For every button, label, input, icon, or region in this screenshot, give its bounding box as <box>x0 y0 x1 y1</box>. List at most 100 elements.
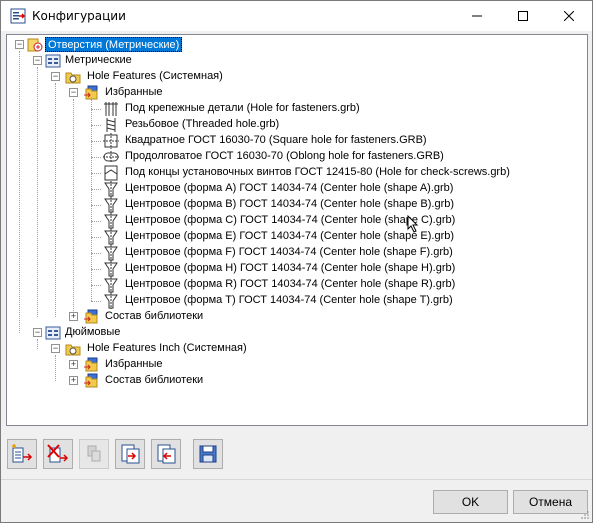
config-group-icon <box>45 54 61 68</box>
expand-icon[interactable]: + <box>69 360 78 369</box>
tree-label-hole-item[interactable]: Центровое (форма B) ГОСТ 14034-74 (Cente… <box>123 197 456 212</box>
tree-line <box>91 221 101 222</box>
center-hole-icon <box>104 181 118 197</box>
tree-label-hole-features-inch[interactable]: Hole Features Inch (Системная) <box>85 341 249 356</box>
tree-label-hole-item[interactable]: Центровое (форма A) ГОСТ 14034-74 (Cente… <box>123 181 455 196</box>
tree-node-hole-features[interactable]: − Hole Features (Системная) <box>7 69 587 85</box>
favorites-folder-icon <box>84 357 98 372</box>
tree-line <box>91 269 101 270</box>
library-content-icon <box>84 373 98 388</box>
tree-label-favorites[interactable]: Избранные <box>103 85 165 100</box>
library-folder-icon <box>65 344 81 356</box>
tree-node-hole-item[interactable]: Центровое (форма F) ГОСТ 14034-74 (Cente… <box>7 245 587 261</box>
tree-node-library-content[interactable]: + Состав библиотеки <box>7 309 587 325</box>
tree-label-favorites-inch[interactable]: Избранные <box>103 357 165 372</box>
tree-label-hole-item[interactable]: Под крепежные детали (Hole for fasteners… <box>123 101 362 116</box>
collapse-icon[interactable]: − <box>51 72 60 81</box>
collapse-icon[interactable]: − <box>15 40 24 49</box>
tree-node-favorites-inch[interactable]: + Избранные <box>7 357 587 373</box>
tree-node-hole-item[interactable]: Центровое (форма T) ГОСТ 14034-74 (Cente… <box>7 293 587 309</box>
mouse-cursor-icon <box>407 215 419 233</box>
center-hole-icon <box>104 293 118 309</box>
tree-node-hole-item[interactable]: Центровое (форма R) ГОСТ 14034-74 (Cente… <box>7 277 587 293</box>
new-config-button[interactable] <box>7 439 37 469</box>
tree-label-hole-item[interactable]: Продолговатое ГОСТ 16030-70 (Oblong hole… <box>123 149 446 164</box>
tree-node-inch[interactable]: − Дюймовые <box>7 325 587 341</box>
expand-icon[interactable]: + <box>69 376 78 385</box>
close-button[interactable] <box>546 1 592 31</box>
square-hole-icon <box>103 133 119 149</box>
collapse-icon[interactable]: − <box>69 88 78 97</box>
minimize-icon <box>472 15 482 17</box>
tree-node-hole-item[interactable]: Центровое (форма H) ГОСТ 14034-74 (Cente… <box>7 261 587 277</box>
collapse-icon[interactable]: − <box>33 328 42 337</box>
tree-label-hole-item[interactable]: Квадратное ГОСТ 16030-70 (Square hole fo… <box>123 133 429 148</box>
tree-node-hole-features-inch[interactable]: − Hole Features Inch (Системная) <box>7 341 587 357</box>
tree-label-inch[interactable]: Дюймовые <box>63 325 122 340</box>
tree-node-hole-item[interactable]: Под крепежные детали (Hole for fasteners… <box>7 101 587 117</box>
minimize-button[interactable] <box>454 1 500 31</box>
favorites-folder-icon <box>84 85 98 100</box>
export-button[interactable] <box>151 439 181 469</box>
tree-line <box>91 237 101 238</box>
maximize-button[interactable] <box>500 1 546 31</box>
title-bar[interactable]: Конфигурации <box>1 1 592 31</box>
tree-label-hole-item[interactable]: Центровое (форма F) ГОСТ 14034-74 (Cente… <box>123 245 455 260</box>
oblong-hole-icon <box>103 151 119 163</box>
expand-icon[interactable]: + <box>69 312 78 321</box>
cancel-button[interactable]: Отмена <box>513 490 588 514</box>
tree-node-hole-item[interactable]: Продолговатое ГОСТ 16030-70 (Oblong hole… <box>7 149 587 165</box>
tree-line <box>91 157 101 158</box>
tree-line <box>91 109 101 110</box>
tree-node-metric[interactable]: − Метрические <box>7 53 587 69</box>
tree-line <box>91 173 101 174</box>
ok-button[interactable]: OK <box>433 490 508 514</box>
tree-node-hole-item[interactable]: Под концы установочных винтов ГОСТ 12415… <box>7 165 587 181</box>
tree-node-library-content-inch[interactable]: + Состав библиотеки <box>7 373 587 389</box>
delete-config-button[interactable] <box>43 439 73 469</box>
tree-node-hole-item[interactable]: Центровое (форма C) ГОСТ 14034-74 (Cente… <box>7 213 587 229</box>
center-hole-icon <box>104 213 118 229</box>
import-button[interactable] <box>115 439 145 469</box>
holes-root-icon <box>27 38 43 52</box>
tree-line <box>91 141 101 142</box>
tree-label-root[interactable]: Отверстия (Метрические) <box>45 37 183 52</box>
config-group-icon <box>45 326 61 340</box>
save-icon <box>199 445 217 463</box>
threaded-hole-icon <box>106 118 116 132</box>
tree-label-hole-item[interactable]: Резьбовое (Threaded hole.grb) <box>123 117 281 132</box>
config-app-icon <box>10 8 26 24</box>
library-content-icon <box>84 309 98 324</box>
tree-node-hole-item[interactable]: Центровое (форма A) ГОСТ 14034-74 (Cente… <box>7 181 587 197</box>
separator <box>1 479 592 480</box>
tree-label-hole-item[interactable]: Под концы установочных винтов ГОСТ 12415… <box>123 165 512 180</box>
tree-line <box>91 125 101 126</box>
collapse-icon[interactable]: − <box>51 344 60 353</box>
tree-label-metric[interactable]: Метрические <box>63 53 134 68</box>
tree-label-hole-item[interactable]: Центровое (форма H) ГОСТ 14034-74 (Cente… <box>123 261 457 276</box>
configuration-tree[interactable]: − Отверстия (Метрические) − Метрические … <box>6 34 588 426</box>
close-icon <box>564 11 574 21</box>
tree-label-library-content[interactable]: Состав библиотеки <box>103 309 205 324</box>
tree-node-root[interactable]: − Отверстия (Метрические) <box>7 37 587 53</box>
window-title: Конфигурации <box>32 9 126 23</box>
properties-button[interactable] <box>79 439 109 469</box>
tree-node-favorites[interactable]: − Избранные <box>7 85 587 101</box>
collapse-icon[interactable]: − <box>33 56 42 65</box>
tree-node-hole-item[interactable]: Резьбовое (Threaded hole.grb) <box>7 117 587 133</box>
tree-node-hole-item[interactable]: Центровое (форма B) ГОСТ 14034-74 (Cente… <box>7 197 587 213</box>
save-button[interactable] <box>193 439 223 469</box>
tree-label-hole-item[interactable]: Центровое (форма R) ГОСТ 14034-74 (Cente… <box>123 277 457 292</box>
tree-line <box>91 189 101 190</box>
tree-label-library-content-inch[interactable]: Состав библиотеки <box>103 373 205 388</box>
tree-label-hole-features[interactable]: Hole Features (Системная) <box>85 69 225 84</box>
fastener-hole-icon <box>104 102 118 116</box>
tree-node-hole-item[interactable]: Квадратное ГОСТ 16030-70 (Square hole fo… <box>7 133 587 149</box>
check-screw-hole-icon <box>104 165 118 181</box>
tree-node-hole-item[interactable]: Центровое (форма E) ГОСТ 14034-74 (Cente… <box>7 229 587 245</box>
tree-label-hole-item[interactable]: Центровое (форма T) ГОСТ 14034-74 (Cente… <box>123 293 455 308</box>
tree-line <box>91 285 101 286</box>
resize-grip-icon[interactable] <box>580 510 590 520</box>
delete-config-icon <box>47 444 69 463</box>
export-icon <box>157 444 176 464</box>
